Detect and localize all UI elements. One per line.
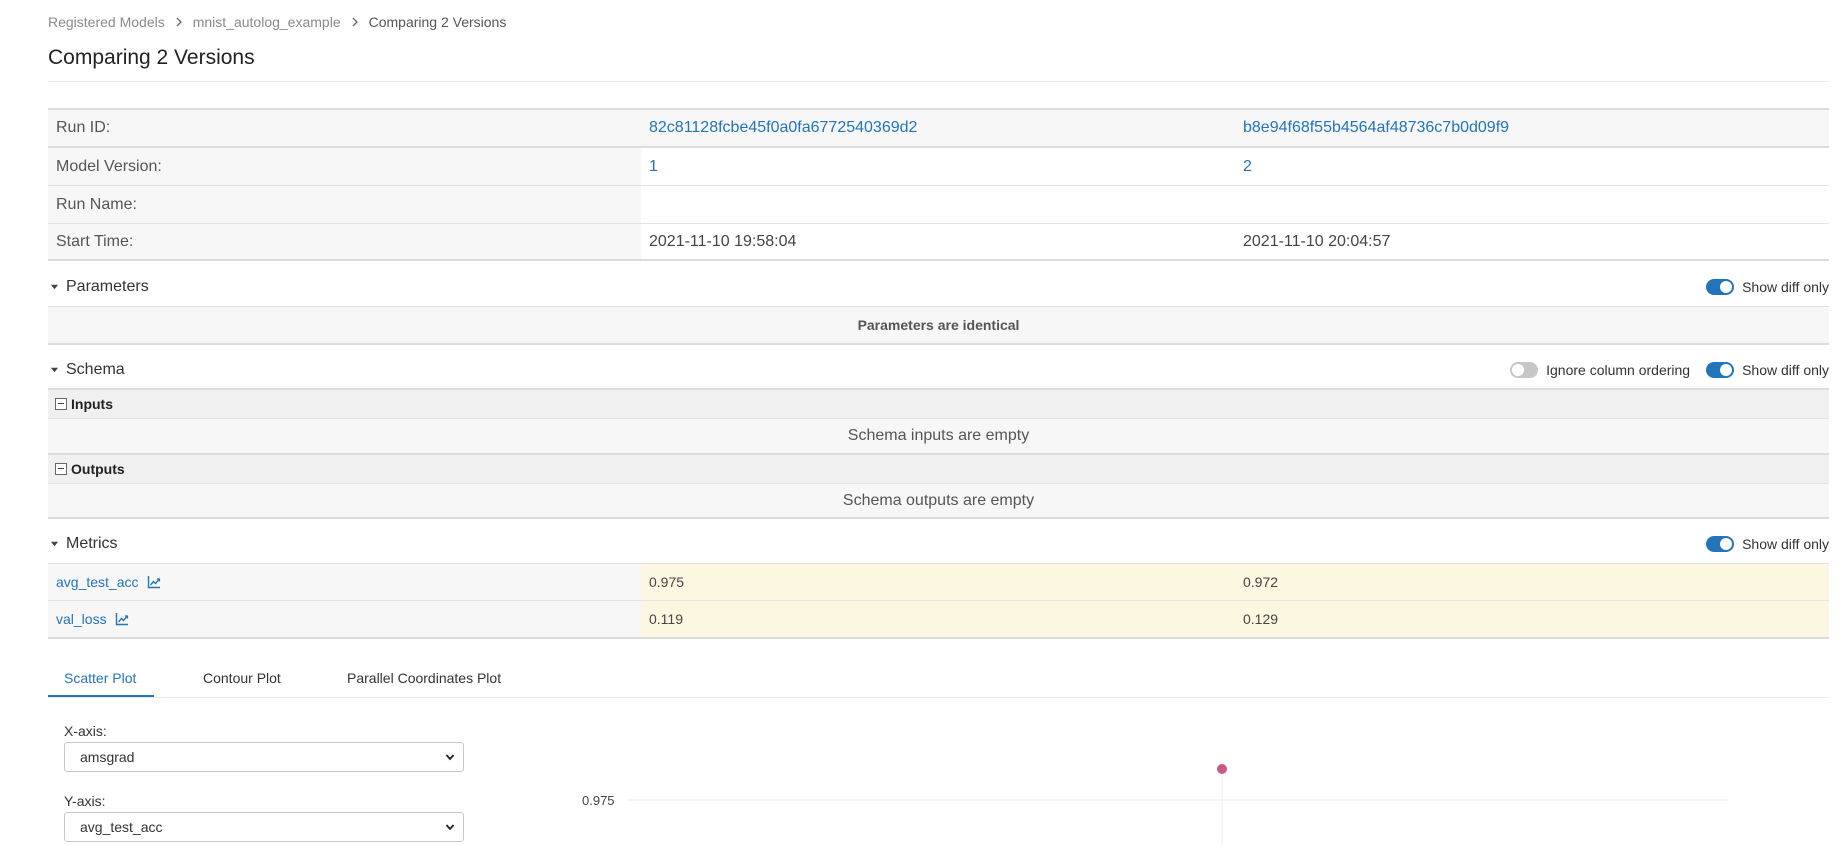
breadcrumb-current: Comparing 2 Versions <box>368 14 507 30</box>
line-chart-icon[interactable] <box>115 612 129 626</box>
y-axis-selected-value: avg_test_acc <box>80 819 163 835</box>
run-id-link-2[interactable]: b8e94f68f55b4564af48736c7b0d09f9 <box>1243 119 1509 137</box>
chevron-right-icon <box>174 17 184 27</box>
start-time-label: Start Time: <box>48 224 641 260</box>
compare-model-versions-page: Registered Models mnist_autolog_example … <box>0 0 1848 845</box>
ignore-column-ordering-label: Ignore column ordering <box>1546 362 1691 378</box>
model-version-row: Model Version: 1 2 <box>48 148 1829 185</box>
y-axis-select[interactable]: avg_test_acc <box>64 812 464 842</box>
schema-outputs-label: Outputs <box>71 461 125 477</box>
section-divider <box>48 517 1829 519</box>
scatter-point <box>1217 764 1227 774</box>
schema-inputs-empty-message: Schema inputs are empty <box>48 419 1829 453</box>
caret-down-icon[interactable] <box>48 364 60 376</box>
table-bottom-border <box>48 259 1829 261</box>
title-divider <box>48 81 1829 82</box>
parameters-show-diff-toggle[interactable] <box>1706 279 1735 295</box>
tabs-divider <box>48 697 1829 698</box>
schema-show-diff-toggle[interactable] <box>1706 362 1735 378</box>
breadcrumb-model-name[interactable]: mnist_autolog_example <box>193 14 341 30</box>
schema-outputs-header[interactable]: Outputs <box>48 455 1829 483</box>
start-time-value-2: 2021-11-10 20:04:57 <box>1243 233 1391 250</box>
schema-section-header[interactable]: Schema Ignore column ordering Show diff … <box>48 358 1829 382</box>
scatter-plot-svg[interactable]: 0.975 <box>568 712 1748 845</box>
metric-row: avg_test_acc 0.975 0.972 <box>48 564 1829 600</box>
start-time-value-1: 2021-11-10 19:58:04 <box>649 233 797 250</box>
run-id-link-1[interactable]: 82c81128fcbe45f0a0fa6772540369d2 <box>649 119 917 137</box>
x-axis-select[interactable]: amsgrad <box>64 742 464 772</box>
run-name-row: Run Name: <box>48 186 1829 223</box>
y-axis-label: Y-axis: <box>64 793 106 809</box>
breadcrumb: Registered Models mnist_autolog_example … <box>48 14 506 30</box>
schema-outputs-empty-message: Schema outputs are empty <box>48 484 1829 517</box>
metric-value-1: 0.975 <box>641 564 1235 600</box>
tab-scatter-plot[interactable]: Scatter Plot <box>64 660 136 696</box>
model-version-label: Model Version: <box>48 148 641 185</box>
metric-row: val_loss 0.119 0.129 <box>48 601 1829 637</box>
model-version-link-2[interactable]: 2 <box>1243 158 1252 176</box>
run-id-label: Run ID: <box>48 110 641 146</box>
x-axis-label: X-axis: <box>64 723 107 739</box>
schema-title: Schema <box>66 361 125 378</box>
schema-inputs-label: Inputs <box>71 396 113 412</box>
schema-inputs-header[interactable]: Inputs <box>48 390 1829 418</box>
metric-value-2: 0.129 <box>1235 601 1829 637</box>
breadcrumb-registered-models[interactable]: Registered Models <box>48 14 165 30</box>
model-version-link-1[interactable]: 1 <box>649 158 658 176</box>
metric-name-link[interactable]: val_loss <box>56 611 107 627</box>
tab-contour-plot[interactable]: Contour Plot <box>203 660 281 696</box>
chevron-down-icon <box>445 754 455 761</box>
metric-name-link[interactable]: avg_test_acc <box>56 574 139 590</box>
plot-tabs: Scatter Plot Contour Plot Parallel Coord… <box>48 660 1829 698</box>
collapse-minus-icon[interactable] <box>55 463 67 475</box>
run-name-value-1 <box>641 186 1235 223</box>
parameters-identical-message: Parameters are identical <box>48 307 1829 343</box>
start-time-row: Start Time: 2021-11-10 19:58:04 2021-11-… <box>48 224 1829 260</box>
section-divider <box>48 637 1829 639</box>
metric-value-1: 0.119 <box>641 601 1235 637</box>
chevron-down-icon <box>445 824 455 831</box>
caret-down-icon[interactable] <box>48 538 60 550</box>
run-name-label: Run Name: <box>48 186 641 223</box>
page-title: Comparing 2 Versions <box>48 46 255 69</box>
parameters-section-header[interactable]: Parameters Show diff only <box>48 275 1829 299</box>
metrics-title: Metrics <box>66 535 118 552</box>
ignore-column-ordering-toggle[interactable] <box>1510 362 1539 378</box>
section-divider <box>48 343 1829 345</box>
metrics-section-header[interactable]: Metrics Show diff only <box>48 532 1829 556</box>
x-axis-selected-value: amsgrad <box>80 749 135 765</box>
caret-down-icon[interactable] <box>48 281 60 293</box>
line-chart-icon[interactable] <box>147 575 161 589</box>
collapse-minus-icon[interactable] <box>55 398 67 410</box>
scatter-plot[interactable]: 0.975 <box>568 712 1748 845</box>
tab-parallel-coordinates-plot[interactable]: Parallel Coordinates Plot <box>347 660 501 696</box>
chevron-right-icon <box>350 17 360 27</box>
metrics-show-diff-label: Show diff only <box>1742 536 1829 552</box>
metric-value-2: 0.972 <box>1235 564 1829 600</box>
run-name-value-2 <box>1235 186 1829 223</box>
parameters-show-diff-label: Show diff only <box>1742 279 1829 295</box>
run-id-row: Run ID: 82c81128fcbe45f0a0fa6772540369d2… <box>48 110 1829 146</box>
parameters-title: Parameters <box>66 278 149 295</box>
y-tick-label: 0.975 <box>582 793 615 808</box>
metrics-show-diff-toggle[interactable] <box>1706 536 1735 552</box>
schema-show-diff-label: Show diff only <box>1742 362 1829 378</box>
